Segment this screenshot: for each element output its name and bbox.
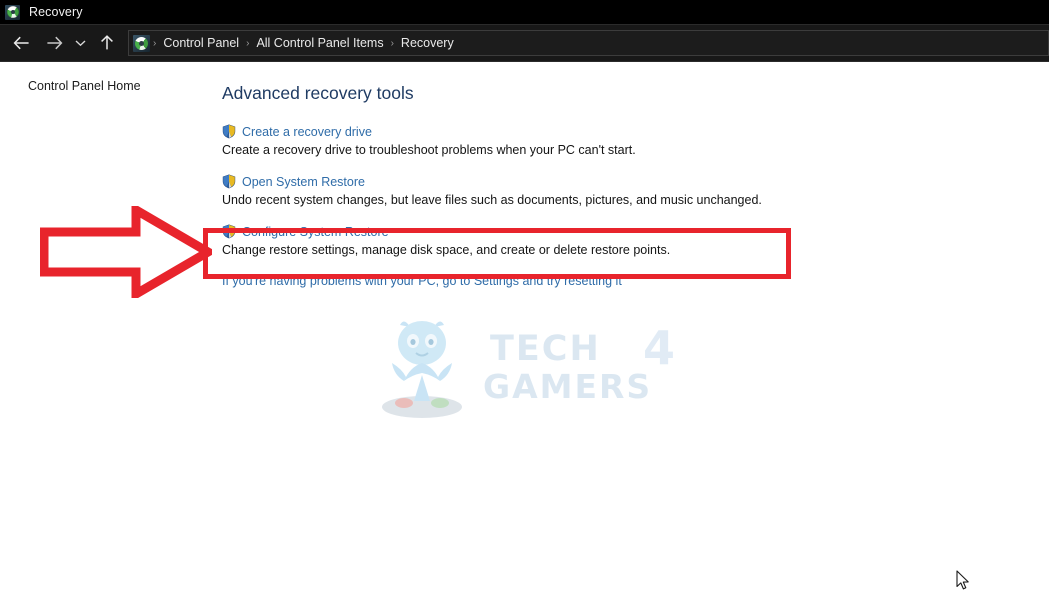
task-open-system-restore: Open System Restore Undo recent system c… xyxy=(222,173,922,207)
link-configure-system-restore[interactable]: Configure System Restore xyxy=(242,225,389,239)
breadcrumb-separator[interactable]: › xyxy=(389,38,396,49)
arrow-left-icon xyxy=(13,36,30,50)
breadcrumb-control-panel[interactable]: Control Panel xyxy=(158,34,244,52)
breadcrumb-separator[interactable]: › xyxy=(244,38,251,49)
address-bar-recovery-icon xyxy=(133,34,150,52)
window-title: Recovery xyxy=(29,5,83,19)
content-area: Control Panel Home Advanced recovery too… xyxy=(0,63,1049,600)
task-header: Configure System Restore xyxy=(222,223,922,240)
watermark-text-four: 4 xyxy=(643,321,678,375)
task-configure-system-restore: Configure System Restore Change restore … xyxy=(222,223,922,257)
recovery-window: Recovery › Control Panel › All Control P… xyxy=(0,0,1049,600)
sidebar-item-control-panel-home[interactable]: Control Panel Home xyxy=(28,79,141,93)
link-reset-pc-settings[interactable]: If you're having problems with your PC, … xyxy=(222,274,622,288)
uac-shield-icon xyxy=(222,174,236,189)
uac-shield-icon xyxy=(222,124,236,139)
forward-button[interactable] xyxy=(40,29,68,57)
task-create-a-recovery-drive: Create a recovery drive Create a recover… xyxy=(222,123,922,157)
mouse-cursor xyxy=(956,570,970,591)
red-arrow-annotation xyxy=(39,202,217,302)
recovery-app-icon xyxy=(5,4,20,20)
navigation-bar: › Control Panel › All Control Panel Item… xyxy=(0,24,1049,62)
link-open-system-restore[interactable]: Open System Restore xyxy=(242,175,365,189)
task-header: Create a recovery drive xyxy=(222,123,922,140)
task-description: Create a recovery drive to troubleshoot … xyxy=(222,143,636,157)
task-description: Change restore settings, manage disk spa… xyxy=(222,243,671,257)
breadcrumb-all-control-panel-items[interactable]: All Control Panel Items xyxy=(251,34,388,52)
title-bar: Recovery xyxy=(0,0,1049,24)
task-list: Create a recovery drive Create a recover… xyxy=(222,123,922,273)
arrow-up-icon xyxy=(100,35,114,51)
up-button[interactable] xyxy=(93,29,121,57)
task-header: Open System Restore xyxy=(222,173,922,190)
link-create-a-recovery-drive[interactable]: Create a recovery drive xyxy=(242,125,372,139)
watermark-text-tech: TECH xyxy=(490,329,601,369)
recent-locations-button[interactable] xyxy=(70,29,90,57)
tech4gamers-watermark: TECH 4 GAMERS xyxy=(380,315,680,420)
back-button[interactable] xyxy=(7,29,35,57)
arrow-right-icon xyxy=(46,36,63,50)
uac-shield-icon xyxy=(222,224,236,239)
watermark-text-gamers: GAMERS xyxy=(483,367,653,406)
page-title: Advanced recovery tools xyxy=(222,83,414,103)
address-bar[interactable]: › Control Panel › All Control Panel Item… xyxy=(128,30,1049,56)
breadcrumb-recovery[interactable]: Recovery xyxy=(396,34,459,52)
breadcrumb-separator[interactable]: › xyxy=(151,38,158,49)
chevron-down-icon xyxy=(75,39,86,47)
task-description: Undo recent system changes, but leave fi… xyxy=(222,193,762,207)
watermark-mascot-icon xyxy=(382,321,462,418)
